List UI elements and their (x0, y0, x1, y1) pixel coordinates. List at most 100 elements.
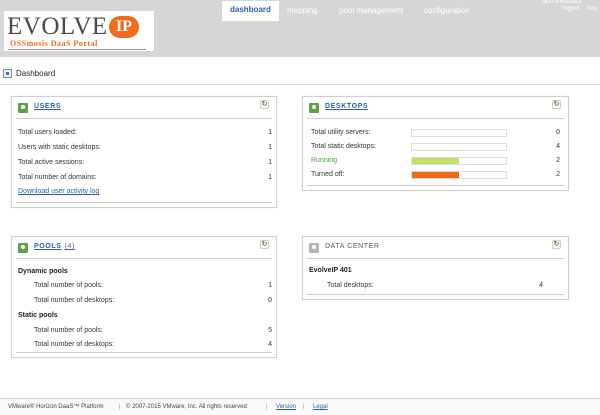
list-item: Total number of pools: 1 (34, 279, 276, 293)
row-value: 4 (539, 279, 543, 293)
row-value: 5 (268, 324, 272, 338)
datacenter-panel: DATA CENTER ↻ EvolveIP 401 Total desktop… (302, 236, 569, 300)
dynamic-pools-heading-row: Dynamic pools (18, 265, 276, 279)
pools-panel-title[interactable]: POOLS(4) (34, 243, 75, 250)
row-value: 4 (556, 140, 560, 154)
datacenter-icon (309, 243, 319, 253)
evolve-ip-logo[interactable]: EVOLVE IP OSSmosis DaaS Portal (4, 11, 154, 51)
desktops-panel-title[interactable]: DESKTOPS (325, 103, 368, 110)
divider (16, 118, 272, 119)
row-label: Users with static desktops: (18, 141, 101, 155)
list-item: Total number of desktops: 0 (34, 294, 276, 308)
datacenter-panel-title: DATA CENTER (325, 243, 380, 250)
row-label: Total number of desktops: (34, 294, 114, 308)
list-item: Total utility servers: 0 (311, 126, 566, 140)
list-item: Total users loaded: 1 (18, 126, 276, 140)
version-link[interactable]: Version (276, 404, 296, 410)
help-link[interactable]: help (586, 6, 597, 12)
row-label: Total number of desktops: (34, 338, 114, 352)
row-value: 1 (268, 156, 272, 170)
footer-copyright: © 2007-2015 VMware, Inc. All rights rese… (126, 404, 247, 410)
dashboard-icon (3, 69, 12, 78)
list-item: Total number of pools: 5 (34, 324, 276, 338)
pools-title-text: POOLS (34, 243, 62, 250)
static-pools-heading-row: Static pools (18, 309, 276, 323)
datacenter-name: EvolveIP 401 (309, 264, 352, 278)
running-bar (411, 157, 507, 165)
row-label: Total active sessions: (18, 156, 84, 170)
download-activity-log-link-row: Download user activity log (18, 185, 276, 199)
footer-separator: | (266, 404, 268, 410)
download-activity-log-link[interactable]: Download user activity log (18, 185, 99, 199)
static-desktops-bar (411, 143, 507, 151)
divider (16, 202, 272, 203)
tab-configuration[interactable]: configuration (424, 2, 470, 20)
row-label: Running (311, 154, 337, 168)
row-value: 4 (268, 338, 272, 352)
row-label: Total number of domains: (18, 171, 97, 185)
divider (307, 258, 564, 259)
row-label: Total utility servers: (311, 126, 371, 140)
top-header: EVOLVE IP OSSmosis DaaS Portal dashboard… (0, 0, 600, 57)
row-label: Total number of pools: (34, 324, 103, 338)
logo-text: EVOLVE (7, 13, 108, 41)
current-user-name: administrator (542, 0, 582, 5)
bar-fill (412, 172, 459, 178)
logout-link[interactable]: logout (563, 6, 579, 12)
divider (307, 294, 564, 295)
page-title: Dashboard (16, 69, 55, 78)
users-icon (18, 103, 28, 113)
turned-off-bar (411, 171, 507, 179)
list-item: Total number of domains: 1 (18, 171, 276, 185)
footer-separator: | (119, 404, 121, 410)
list-item: Total number of desktops: 4 (34, 338, 276, 352)
page-footer: VMware® Horizon DaaS™ Platform | © 2007-… (0, 398, 600, 415)
dynamic-pools-heading: Dynamic pools (18, 265, 68, 279)
pools-panel-header: POOLS(4) ↻ (12, 237, 276, 259)
desktops-icon (309, 103, 319, 113)
user-links: logout help (563, 6, 600, 12)
desktops-panel-header: DESKTOPS ↻ (303, 97, 568, 119)
refresh-icon[interactable]: ↻ (552, 100, 561, 109)
static-pools-heading: Static pools (18, 309, 58, 323)
divider (307, 118, 564, 119)
users-panel: USERS ↻ Total users loaded: 1 Users with… (11, 96, 277, 208)
users-panel-header: USERS ↻ (12, 97, 276, 119)
utility-servers-bar (411, 129, 507, 137)
datacenter-name-row: EvolveIP 401 (309, 264, 567, 278)
list-item: Total active sessions: 1 (18, 156, 276, 170)
legal-link[interactable]: Legal (313, 404, 328, 410)
footer-separator: | (303, 404, 305, 410)
logo-badge: IP (109, 16, 139, 38)
desktops-panel: DESKTOPS ↻ Total utility servers: 0 Tota… (302, 96, 569, 191)
footer-product: VMware® Horizon DaaS™ Platform (8, 404, 103, 410)
row-value: 2 (556, 154, 560, 168)
refresh-icon[interactable]: ↻ (260, 240, 269, 249)
row-value: 0 (556, 126, 560, 140)
bar-fill (412, 158, 459, 164)
logo-underline (8, 49, 146, 50)
datacenter-panel-header: DATA CENTER ↻ (303, 237, 568, 259)
list-item: Users with static desktops: 1 (18, 141, 276, 155)
refresh-icon[interactable]: ↻ (552, 240, 561, 249)
tab-mapping[interactable]: mapping (287, 2, 318, 20)
tab-dashboard[interactable]: dashboard (222, 1, 279, 21)
tab-pool-management[interactable]: pool management (339, 2, 403, 20)
list-item: Running 2 (311, 154, 566, 168)
row-label: Total static desktops: (311, 140, 376, 154)
divider (307, 185, 564, 186)
row-value: 1 (268, 279, 272, 293)
divider (16, 352, 272, 353)
pools-panel: POOLS(4) ↻ Dynamic pools Total number of… (11, 236, 277, 358)
logo-subtitle: OSSmosis DaaS Portal (10, 39, 98, 48)
row-value: 1 (268, 171, 272, 185)
pools-icon (18, 243, 28, 253)
row-value: 2 (556, 168, 560, 182)
users-panel-title[interactable]: USERS (34, 103, 61, 110)
refresh-icon[interactable]: ↻ (260, 100, 269, 109)
row-label: Total desktops: (327, 279, 374, 293)
list-item: Total desktops: 4 (327, 279, 547, 293)
pools-count: (4) (65, 243, 75, 250)
list-item: Turned off: 2 (311, 168, 566, 182)
row-label: Total users loaded: (18, 126, 77, 140)
